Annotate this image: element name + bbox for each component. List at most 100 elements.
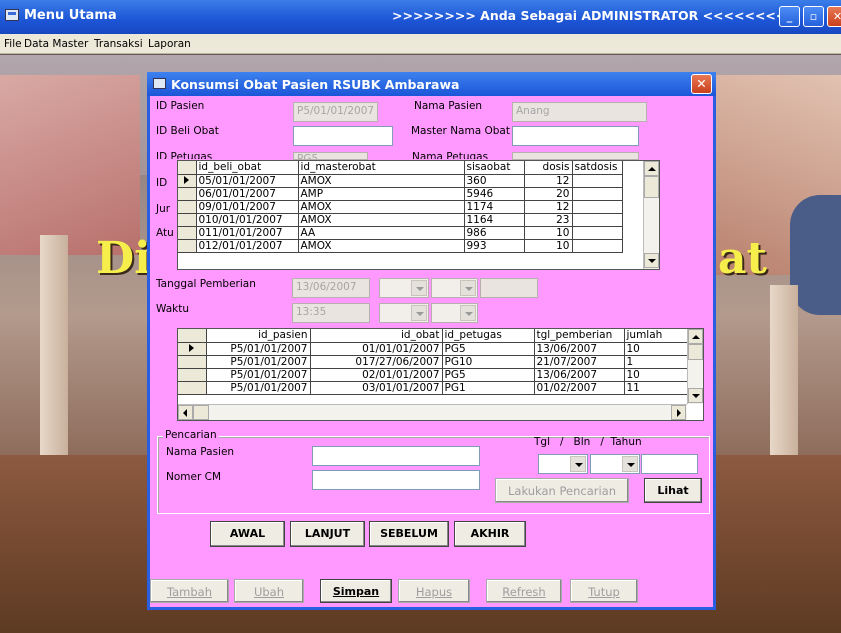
search-nama-pasien-label: Nama Pasien [166,446,235,458]
dialog-close-button[interactable]: ✕ [691,74,712,94]
maximize-button[interactable]: ▫ [803,6,824,27]
scroll-up-icon[interactable] [688,329,703,344]
table-row[interactable]: 012/01/01/2007 AMOX 993 10 [178,239,623,253]
table-row[interactable]: 05/01/01/2007 AMOX 360 12 [178,174,623,188]
row5-label: Jur [156,203,171,215]
menu-laporan[interactable]: Laporan [148,38,191,50]
waktu-field[interactable]: 13:35 [292,303,370,323]
awal-button[interactable]: AWAL [210,521,285,547]
id-beli-obat-field[interactable] [293,126,393,146]
nama-pasien-label: Nama Pasien [414,100,483,112]
dialog-title-bar: Konsumsi Obat Pasien RSUBK Ambarawa ✕ [147,72,716,96]
table-row[interactable]: P5/01/01/2007 03/01/01/2007 PG1 01/02/2007 1… [178,381,689,395]
table-row[interactable]: P5/01/01/2007 02/01/01/2007 PG5 13/06/2007 1… [178,368,689,382]
konsumsi-col-id-obat[interactable]: id_obat [310,329,443,343]
background-text-left: Di [96,233,151,284]
obat-col-satdosis[interactable]: satdosis [572,161,623,175]
search-nomer-cm-label: Nomer CM [166,471,222,483]
tanggal-pemberian-field[interactable]: 13/06/2007 [292,278,370,298]
akhir-button[interactable]: AKHIR [454,521,526,547]
menu-data-master[interactable]: Data Master [24,38,88,50]
obat-col-sisaobat[interactable]: sisaobat [464,161,525,175]
waktu-label: Waktu [156,303,189,315]
konsumsi-col-jumlah[interactable]: jumlah [624,329,689,343]
chevron-down-icon [411,305,427,321]
konsumsi-grid-hscroll[interactable] [178,404,687,420]
tanggal-year-field[interactable] [480,278,538,298]
obat-col-id-masterobat[interactable]: id_masterobat [298,161,465,175]
sebelum-button[interactable]: SEBELUM [369,521,449,547]
row-pointer-icon [178,342,207,356]
tanggal-day-combo[interactable] [379,278,429,298]
building-left [0,75,140,255]
lihat-button[interactable]: Lihat [644,478,702,503]
dialog-window-icon [153,78,166,89]
window-title: Menu Utama [24,8,117,23]
table-row[interactable]: 010/01/01/2007 AMOX 1164 23 [178,213,623,227]
chevron-down-icon [460,305,476,321]
table-row[interactable]: P5/01/01/2007 01/01/01/2007 PG5 13/06/2007 1… [178,342,689,356]
row4-label: ID [156,177,168,189]
minimize-button[interactable]: _ [779,6,800,27]
menu-file[interactable]: File [4,38,22,50]
row-pointer-icon [178,174,197,188]
table-row[interactable]: 09/01/01/2007 AMOX 1174 12 [178,200,623,214]
scroll-down-icon[interactable] [688,388,703,403]
scroll-down-icon[interactable] [644,253,659,268]
dialog-title: Konsumsi Obat Pasien RSUBK Ambarawa [171,77,460,92]
nama-pasien-field[interactable]: Anang [512,102,647,122]
id-pasien-label: ID Pasien [156,100,205,112]
konsumsi-col-tgl-pemberian[interactable]: tgl_pemberian [534,329,625,343]
lakukan-pencarian-button[interactable]: Lakukan Pencarian [495,478,629,503]
waktu-hour-combo[interactable] [379,303,429,323]
table-row[interactable]: 06/01/01/2007 AMP 5946 20 [178,187,623,201]
menu-transaksi[interactable]: Transaksi [94,38,143,50]
konsumsi-grid-vscroll[interactable] [687,329,703,404]
hapus-button[interactable]: Hapus [398,579,470,603]
master-nama-obat-field[interactable] [512,126,639,146]
pencarian-legend: Pencarian [163,429,219,441]
menu-bar: File Data Master Transaksi Laporan [0,34,841,54]
id-petugas-label: ID Petugas [156,151,213,159]
table-row[interactable]: 011/01/01/2007 AA 986 10 [178,226,623,240]
id-beli-obat-label: ID Beli Obat [156,125,219,137]
tanggal-month-combo[interactable] [431,278,478,298]
table-row[interactable]: P5/01/01/2007 017/27/06/2007 PG10 21/07/200… [178,355,689,369]
chevron-down-icon [570,456,586,472]
search-date-header: Tgl / Bln / Tahun [534,436,642,448]
search-year-field[interactable] [641,454,698,474]
chevron-down-icon [622,456,638,472]
obat-grid[interactable]: id_beli_obat id_masterobat sisaobat dosi… [177,160,660,270]
admin-banner: >>>>>>>> Anda Sebagai ADMINISTRATOR <<<<… [392,8,787,23]
background-text-right: at [718,233,767,284]
konsumsi-col-id-petugas[interactable]: id_petugas [442,329,535,343]
konsumsi-obat-dialog: Konsumsi Obat Pasien RSUBK Ambarawa ✕ ID… [147,72,716,610]
id-pasien-field[interactable]: P5/01/01/2007 [293,102,378,122]
tutup-button[interactable]: Tutup [570,579,638,603]
search-nomer-cm-field[interactable] [312,470,480,490]
nama-petugas-field[interactable] [512,152,639,160]
tanggal-pemberian-label: Tanggal Pemberian [156,278,256,290]
window-close-button[interactable]: ✕ [827,6,841,27]
row6-label: Atu [156,227,174,239]
refresh-button[interactable]: Refresh [486,579,562,603]
simpan-button[interactable]: Simpan [320,579,392,603]
konsumsi-col-id-pasien[interactable]: id_pasien [206,329,311,343]
chevron-down-icon [460,280,476,296]
tambah-button[interactable]: Tambah [150,579,229,603]
scroll-right-icon[interactable] [671,405,686,420]
scroll-left-icon[interactable] [178,405,193,420]
obat-grid-vscroll[interactable] [643,161,659,269]
search-month-combo[interactable] [590,454,640,474]
obat-col-id-beli-obat[interactable]: id_beli_obat [196,161,299,175]
search-day-combo[interactable] [538,454,588,474]
scroll-up-icon[interactable] [644,161,659,176]
ubah-button[interactable]: Ubah [234,579,304,603]
main-title-bar: Menu Utama >>>>>>>> Anda Sebagai ADMINIS… [0,0,841,34]
obat-col-dosis[interactable]: dosis [524,161,573,175]
konsumsi-grid[interactable]: id_pasien id_obat id_petugas tgl_pemberi… [177,328,704,421]
id-petugas-field[interactable]: PG5 [293,152,368,160]
search-nama-pasien-field[interactable] [312,446,480,466]
lanjut-button[interactable]: LANJUT [290,521,365,547]
waktu-minute-combo[interactable] [431,303,478,323]
